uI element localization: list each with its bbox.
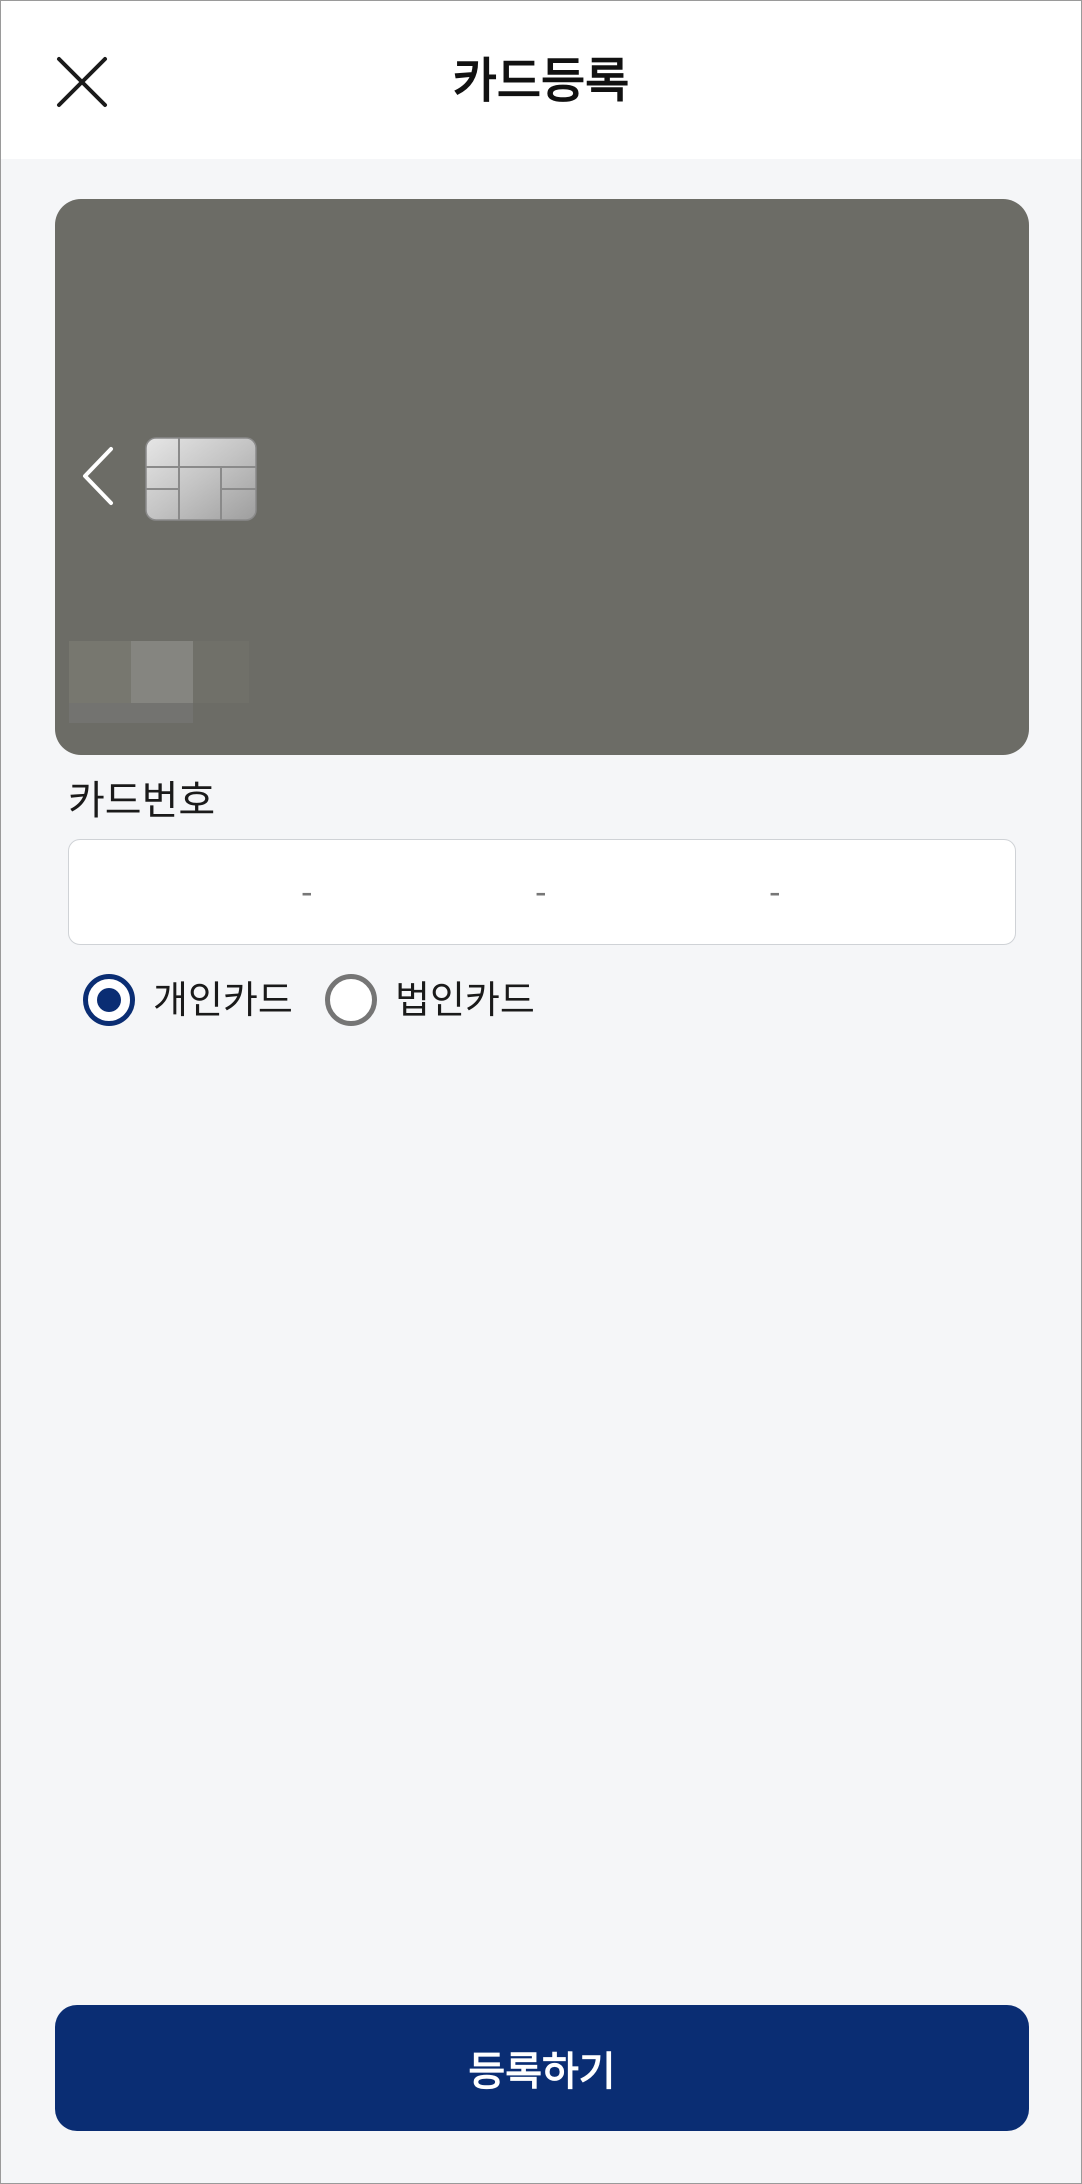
card-number-segment-4[interactable]: [793, 840, 1003, 944]
card-number-label: 카드번호: [68, 778, 216, 824]
radio-personal-card[interactable]: 개인카드: [83, 971, 303, 1029]
card-number-segment-2[interactable]: [325, 840, 535, 944]
radio-corporate-card[interactable]: 법인카드: [325, 971, 555, 1029]
radio-unchecked-icon: [325, 974, 377, 1026]
card-prev-button[interactable]: [73, 443, 123, 509]
radio-label: 개인카드: [153, 978, 293, 1022]
card-registration-screen: 카드등록 카드번호 - - - 개인카드 법인카드 등록하기: [0, 0, 1082, 2184]
card-preview: [55, 199, 1029, 755]
card-number-segment-3[interactable]: [559, 840, 769, 944]
card-number-separator: -: [769, 873, 781, 911]
page-title: 카드등록: [452, 53, 630, 109]
register-button[interactable]: 등록하기: [55, 2005, 1029, 2131]
app-header: 카드등록: [1, 1, 1081, 159]
card-chip: [145, 437, 257, 521]
radio-checked-icon: [83, 974, 135, 1026]
card-chip-icon: [145, 437, 257, 521]
chevron-left-icon: [83, 447, 113, 505]
card-number-separator: -: [301, 873, 313, 911]
card-number-segment-1[interactable]: [89, 840, 309, 944]
radio-label: 법인카드: [395, 978, 535, 1022]
card-logo-placeholder: [69, 641, 249, 723]
card-number-field: - - -: [68, 839, 1016, 945]
card-number-separator: -: [535, 873, 547, 911]
